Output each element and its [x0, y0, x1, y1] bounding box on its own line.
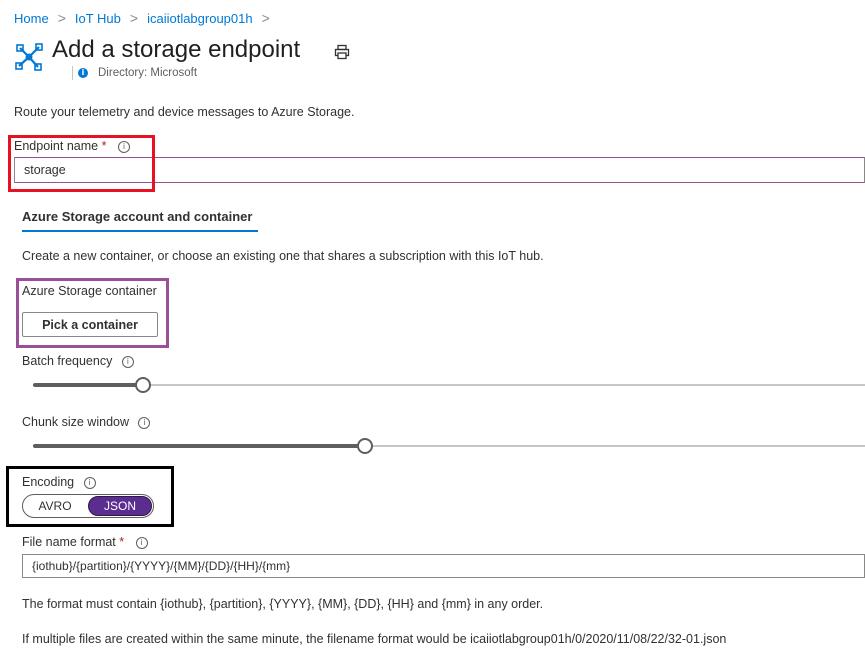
batch-frequency-fill: [33, 383, 143, 387]
container-highlight-purple: [16, 278, 169, 348]
breadcrumb-separator: >: [261, 10, 270, 26]
endpoint-highlight-red: [8, 135, 155, 192]
file-name-format-input[interactable]: {iothub}/{partition}/{YYYY}/{MM}/{DD}/{H…: [22, 554, 865, 578]
file-name-format-value: {iothub}/{partition}/{YYYY}/{MM}/{DD}/{H…: [32, 559, 291, 573]
breadcrumb-iot-hub[interactable]: IoT Hub: [75, 11, 121, 26]
info-icon[interactable]: i: [121, 355, 134, 368]
file-format-example: If multiple files are created within the…: [22, 632, 727, 646]
batch-frequency-label: Batch frequency i: [22, 354, 134, 368]
file-format-note: The format must contain {iothub}, {parti…: [22, 597, 544, 611]
container-info-text: Create a new container, or choose an exi…: [22, 249, 544, 263]
chunk-size-label-text: Chunk size window: [22, 415, 129, 429]
tab-storage-account[interactable]: Azure Storage account and container: [22, 209, 252, 224]
required-marker: *: [119, 535, 125, 549]
breadcrumb-home[interactable]: Home: [14, 11, 49, 26]
info-icon: i: [78, 68, 88, 78]
batch-frequency-track[interactable]: [33, 384, 865, 386]
breadcrumb: Home > IoT Hub > icaiiotlabgroup01h >: [14, 10, 270, 26]
info-icon[interactable]: i: [138, 416, 151, 429]
tab-underline: [22, 230, 258, 232]
chunk-size-fill: [33, 444, 365, 448]
directory-label: Directory: Microsoft: [98, 67, 198, 79]
file-name-format-label: File name format * i: [22, 535, 148, 549]
chunk-size-label: Chunk size window i: [22, 415, 151, 429]
encoding-highlight-black: [6, 466, 174, 527]
batch-frequency-label-text: Batch frequency: [22, 354, 113, 368]
chunk-size-thumb[interactable]: [357, 438, 373, 454]
file-name-format-label-text: File name format: [22, 535, 116, 549]
breadcrumb-separator: >: [57, 10, 66, 26]
iot-hub-icon: [14, 42, 44, 72]
page-title: Add a storage endpoint: [52, 36, 301, 63]
directory-divider: [72, 66, 73, 80]
batch-frequency-thumb[interactable]: [135, 377, 151, 393]
info-icon[interactable]: i: [135, 536, 148, 549]
page-description: Route your telemetry and device messages…: [14, 105, 355, 119]
print-icon[interactable]: [334, 44, 350, 60]
breadcrumb-hub-name[interactable]: icaiiotlabgroup01h: [147, 11, 253, 26]
breadcrumb-separator: >: [129, 10, 139, 26]
